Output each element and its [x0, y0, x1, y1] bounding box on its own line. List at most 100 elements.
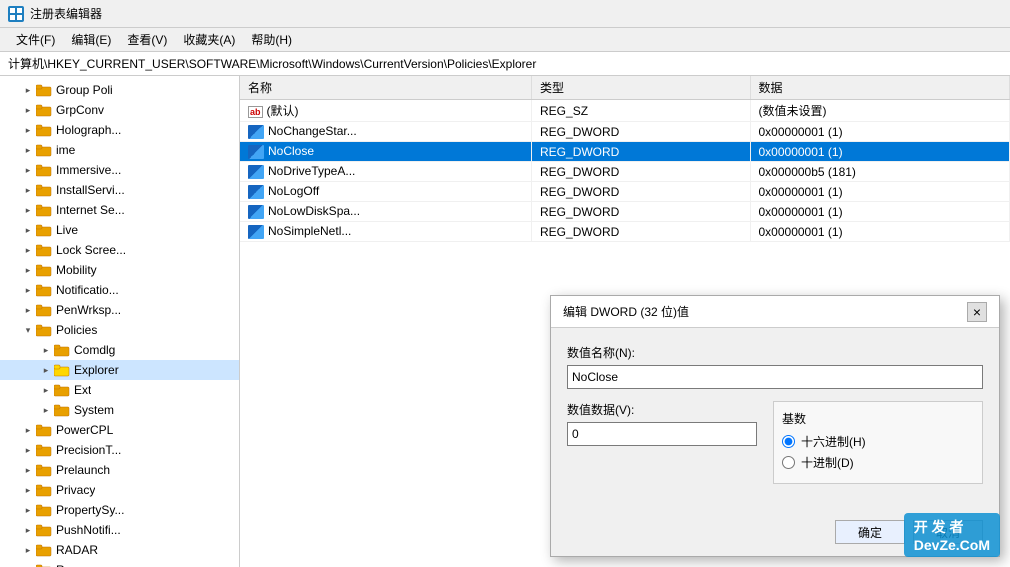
tree-item-mobility[interactable]: ▸ Mobility — [0, 260, 239, 280]
folder-icon — [36, 483, 52, 497]
expand-icon[interactable]: ▸ — [22, 184, 34, 196]
tree-label: Mobility — [56, 263, 97, 277]
tree-label: Notificatio... — [56, 283, 119, 297]
dec-radio[interactable] — [782, 456, 795, 469]
expand-icon[interactable]: ▸ — [22, 224, 34, 236]
expand-icon[interactable]: ▸ — [40, 364, 52, 376]
reg-name-cell: NoLogOff — [240, 182, 532, 202]
menu-view[interactable]: 查看(V) — [119, 29, 175, 50]
table-row[interactable]: NoLogOffREG_DWORD0x00000001 (1) — [240, 182, 1010, 202]
address-bar: 计算机\HKEY_CURRENT_USER\SOFTWARE\Microsoft… — [0, 52, 1010, 76]
ok-button[interactable]: 确定 — [835, 520, 905, 544]
tree-item-propertysy[interactable]: ▸ PropertySy... — [0, 500, 239, 520]
dialog-close-button[interactable]: × — [967, 302, 987, 322]
table-row[interactable]: ab(默认)REG_SZ(数值未设置) — [240, 100, 1010, 122]
tree-item-immersive[interactable]: ▸ Immersive... — [0, 160, 239, 180]
reg-data-cell: 0x00000001 (1) — [750, 202, 1010, 222]
expand-icon[interactable]: ▸ — [22, 104, 34, 116]
expand-icon[interactable]: ▸ — [22, 164, 34, 176]
folder-icon — [54, 403, 70, 417]
tree-item-radar[interactable]: ▸ RADAR — [0, 540, 239, 560]
collapse-icon[interactable]: ▾ — [22, 324, 34, 336]
expand-icon[interactable]: ▸ — [22, 524, 34, 536]
expand-icon[interactable]: ▸ — [22, 444, 34, 456]
tree-item-system[interactable]: ▸ System — [0, 400, 239, 420]
tree-item-internet-se[interactable]: ▸ Internet Se... — [0, 200, 239, 220]
tree-item-privacy[interactable]: ▸ Privacy — [0, 480, 239, 500]
tree-item-comdlg[interactable]: ▸ Comdlg — [0, 340, 239, 360]
name-input[interactable] — [567, 365, 983, 389]
tree-item-penwrksp[interactable]: ▸ PenWrksp... — [0, 300, 239, 320]
expand-icon[interactable]: ▸ — [22, 464, 34, 476]
tree-item-explorer[interactable]: ▸ Explorer — [0, 360, 239, 380]
table-row[interactable]: NoDriveTypeA...REG_DWORD0x000000b5 (181) — [240, 162, 1010, 182]
tree-item-holograph[interactable]: ▸ Holograph... — [0, 120, 239, 140]
expand-icon[interactable]: ▸ — [22, 424, 34, 436]
tree-item-policies[interactable]: ▾ Policies — [0, 320, 239, 340]
menu-favorites[interactable]: 收藏夹(A) — [175, 29, 243, 50]
folder-icon — [36, 503, 52, 517]
tree-label: PrecisionT... — [56, 443, 121, 457]
expand-icon[interactable]: ▸ — [22, 484, 34, 496]
tree-item-ime[interactable]: ▸ ime — [0, 140, 239, 160]
expand-icon[interactable]: ▸ — [22, 284, 34, 296]
tree-label: Comdlg — [74, 343, 115, 357]
dec-label: 十进制(D) — [801, 454, 854, 471]
base-label: 基数 — [782, 410, 974, 427]
tree-item-lock-scree[interactable]: ▸ Lock Scree... — [0, 240, 239, 260]
tree-label: Internet Se... — [56, 203, 125, 217]
expand-icon[interactable]: ▸ — [22, 204, 34, 216]
expand-icon[interactable]: ▸ — [40, 344, 52, 356]
expand-icon[interactable]: ▸ — [22, 84, 34, 96]
tree-label: ime — [56, 143, 75, 157]
tree-item-prelaunch[interactable]: ▸ Prelaunch — [0, 460, 239, 480]
tree-item-live[interactable]: ▸ Live — [0, 220, 239, 240]
col-data: 数据 — [750, 76, 1010, 100]
expand-icon[interactable]: ▸ — [40, 404, 52, 416]
expand-icon[interactable]: ▸ — [22, 264, 34, 276]
reg-name-cell: NoClose — [240, 142, 532, 162]
tree-item-grpconv[interactable]: ▸ GrpConv — [0, 100, 239, 120]
tree-item-precisiont[interactable]: ▸ PrecisionT... — [0, 440, 239, 460]
expand-icon[interactable]: ▸ — [40, 384, 52, 396]
hex-radio[interactable] — [782, 435, 795, 448]
reg-data-cell: 0x00000001 (1) — [750, 222, 1010, 242]
tree-item-notificatio[interactable]: ▸ Notificatio... — [0, 280, 239, 300]
table-row[interactable]: NoChangeStar...REG_DWORD0x00000001 (1) — [240, 122, 1010, 142]
table-row[interactable]: NoSimpleNetl...REG_DWORD0x00000001 (1) — [240, 222, 1010, 242]
tree-item-powercpl[interactable]: ▸ PowerCPL — [0, 420, 239, 440]
tree-label: Policies — [56, 323, 97, 337]
expand-icon[interactable]: ▸ — [22, 124, 34, 136]
expand-icon[interactable]: ▸ — [22, 144, 34, 156]
cancel-button[interactable]: 取消 — [913, 520, 983, 544]
tree-label: PowerCPL — [56, 423, 113, 437]
dialog-body: 数值名称(N): 数值数据(V): 基数 十六进制(H) 十进制(D) — [551, 328, 999, 512]
tree-item-pushnotifi[interactable]: ▸ PushNotifi... — [0, 520, 239, 540]
dec-radio-label[interactable]: 十进制(D) — [782, 454, 974, 471]
reg-type-cell: REG_SZ — [532, 100, 750, 122]
folder-icon — [54, 343, 70, 357]
expand-icon[interactable]: ▸ — [22, 304, 34, 316]
expand-icon[interactable]: ▸ — [22, 244, 34, 256]
reg-name-cell: NoChangeStar... — [240, 122, 532, 142]
tree-item-ext[interactable]: ▸ Ext — [0, 380, 239, 400]
tree-item-installservi[interactable]: ▸ InstallServi... — [0, 180, 239, 200]
tree-item-group-poli[interactable]: ▸ Group Poli — [0, 80, 239, 100]
reg-type-cell: REG_DWORD — [532, 222, 750, 242]
folder-icon — [36, 563, 52, 567]
expand-icon[interactable]: ▸ — [22, 504, 34, 516]
edit-dword-dialog[interactable]: 编辑 DWORD (32 位)值 × 数值名称(N): 数值数据(V): 基数 … — [550, 295, 1000, 557]
base-group: 基数 十六进制(H) 十进制(D) — [773, 401, 983, 484]
table-row[interactable]: NoLowDiskSpa...REG_DWORD0x00000001 (1) — [240, 202, 1010, 222]
tree-label: Group Poli — [56, 83, 113, 97]
menu-edit[interactable]: 编辑(E) — [63, 29, 119, 50]
menu-help[interactable]: 帮助(H) — [243, 29, 300, 50]
menu-file[interactable]: 文件(F) — [8, 29, 63, 50]
reg-type-cell: REG_DWORD — [532, 182, 750, 202]
table-row[interactable]: NoCloseREG_DWORD0x00000001 (1) — [240, 142, 1010, 162]
reg-data-cell: (数值未设置) — [750, 100, 1010, 122]
hex-radio-label[interactable]: 十六进制(H) — [782, 433, 974, 450]
expand-icon[interactable]: ▸ — [22, 544, 34, 556]
tree-item-run[interactable]: ▸ Run — [0, 560, 239, 567]
data-input[interactable] — [567, 422, 757, 446]
